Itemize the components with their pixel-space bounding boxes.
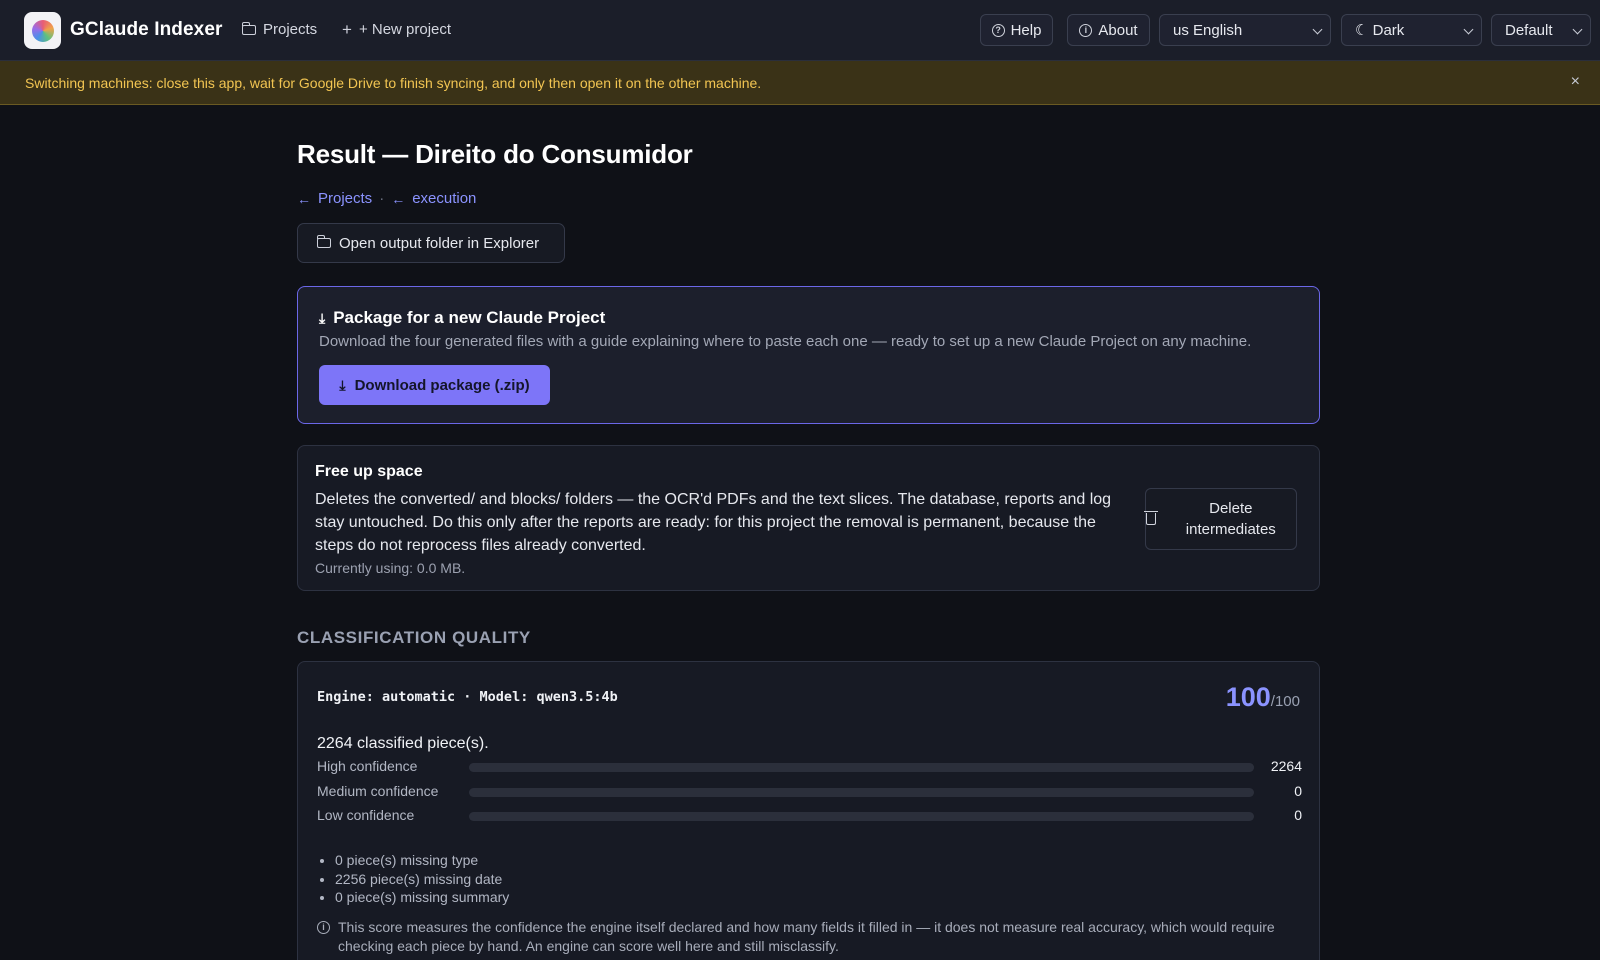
confidence-bar-fill [469, 763, 1254, 772]
breadcrumb: ← Projects · ← execution [297, 190, 476, 207]
confidence-bar-track [469, 763, 1254, 772]
download-icon: ⤓ [339, 376, 346, 393]
confidence-count: 2264 [1270, 758, 1302, 774]
free-space-description: Deletes the converted/ and blocks/ folde… [315, 491, 1112, 554]
score-disclaimer-text: This score measures the confidence the e… [338, 919, 1275, 954]
help-label: Help [1010, 21, 1042, 39]
quality-score-value: 100 [1225, 682, 1271, 712]
top-bar: GClaude Indexer Projects + + New project… [0, 0, 1600, 61]
breadcrumb-separator: · [379, 190, 385, 207]
about-label: About [1098, 21, 1138, 39]
banner-text: Switching machines: close this app, wait… [25, 75, 762, 91]
breadcrumb-execution-link[interactable]: execution [412, 190, 476, 207]
help-button[interactable]: ? Help [980, 14, 1053, 46]
package-description: Download the four generated files with a… [319, 333, 1252, 350]
free-space-title: Free up space [315, 463, 423, 480]
open-output-folder-label: Open output folder in Explorer [339, 234, 540, 252]
delete-intermediates-button[interactable]: Delete intermediates [1144, 488, 1297, 550]
nav-projects-link[interactable]: Projects [242, 21, 317, 38]
package-card: ⤓ Package for a new Claude Project Downl… [297, 286, 1320, 424]
confidence-bar-track [469, 788, 1254, 797]
download-package-button[interactable]: ⤓ Download package (.zip) [319, 365, 550, 405]
plus-icon: + [342, 20, 352, 39]
theme-value: ☾ Dark [1355, 22, 1405, 39]
missing-fields-list: 0 piece(s) missing type 2256 piece(s) mi… [335, 851, 509, 907]
folder-icon [317, 235, 331, 248]
chevron-down-icon [1572, 24, 1583, 35]
confidence-count: 0 [1294, 783, 1302, 799]
confidence-label: Low confidence [317, 807, 415, 823]
classification-quality-card: Engine: automatic · Model: qwen3.5:4b 10… [297, 661, 1320, 960]
chevron-down-icon [1463, 24, 1474, 35]
chevron-down-icon [1312, 24, 1323, 35]
app-logo-icon[interactable] [24, 12, 61, 49]
confidence-label: Medium confidence [317, 783, 439, 799]
sync-warning-banner: Switching machines: close this app, wait… [0, 61, 1600, 105]
confidence-bar-track [469, 812, 1254, 821]
confidence-row-low: Low confidence 0 [317, 807, 1302, 825]
package-title-text: Package for a new Claude Project [333, 308, 606, 327]
preset-value: Default [1505, 21, 1553, 39]
theme-select[interactable]: ☾ Dark [1341, 14, 1482, 46]
page-title: Result — Direito do Consumidor [297, 139, 693, 169]
trash-icon [1144, 511, 1158, 525]
info-icon: i [1079, 23, 1093, 37]
confidence-label: High confidence [317, 758, 418, 774]
help-circle-icon: ? [991, 23, 1005, 37]
language-value: us English [1173, 21, 1243, 39]
free-space-usage: Currently using: 0.0 MB. [315, 560, 466, 576]
quality-score: 100/100 [1226, 682, 1300, 713]
quality-score-max: /100 [1270, 693, 1300, 710]
confidence-count: 0 [1294, 807, 1302, 823]
language-select[interactable]: us English [1159, 14, 1331, 46]
info-icon: i [317, 921, 330, 934]
arrow-left-icon: ← [297, 190, 311, 207]
preset-select[interactable]: Default [1491, 14, 1591, 46]
about-button[interactable]: i About [1067, 14, 1150, 46]
list-item: 0 piece(s) missing type [335, 851, 509, 870]
delete-intermediates-label: Delete intermediates [1185, 500, 1276, 538]
classified-count: 2264 classified piece(s). [317, 735, 489, 752]
classification-quality-heading: CLASSIFICATION QUALITY [297, 628, 531, 647]
package-title: ⤓ Package for a new Claude Project [319, 308, 605, 328]
engine-model-line: Engine: automatic · Model: qwen3.5:4b [317, 689, 618, 705]
list-item: 0 piece(s) missing summary [335, 888, 509, 907]
open-output-folder-button[interactable]: Open output folder in Explorer [297, 223, 565, 263]
nav-new-project-label: + New project [358, 21, 452, 38]
arrow-left-icon: ← [391, 190, 406, 207]
confidence-row-high: High confidence 2264 [317, 758, 1302, 776]
breadcrumb-projects-link[interactable]: Projects [318, 190, 372, 207]
nav-new-project-link[interactable]: + + New project [342, 21, 451, 38]
folder-icon [242, 21, 256, 35]
close-icon[interactable]: × [1571, 73, 1580, 91]
score-disclaimer-note: i This score measures the confidence the… [317, 918, 1302, 956]
nav-projects-label: Projects [263, 21, 318, 38]
download-icon: ⤓ [319, 309, 326, 326]
list-item: 2256 piece(s) missing date [335, 870, 509, 889]
download-package-label: Download package (.zip) [354, 376, 530, 394]
free-space-card: Free up space Deletes the converted/ and… [297, 445, 1320, 591]
app-title[interactable]: GClaude Indexer [70, 19, 223, 41]
confidence-row-medium: Medium confidence 0 [317, 783, 1302, 801]
